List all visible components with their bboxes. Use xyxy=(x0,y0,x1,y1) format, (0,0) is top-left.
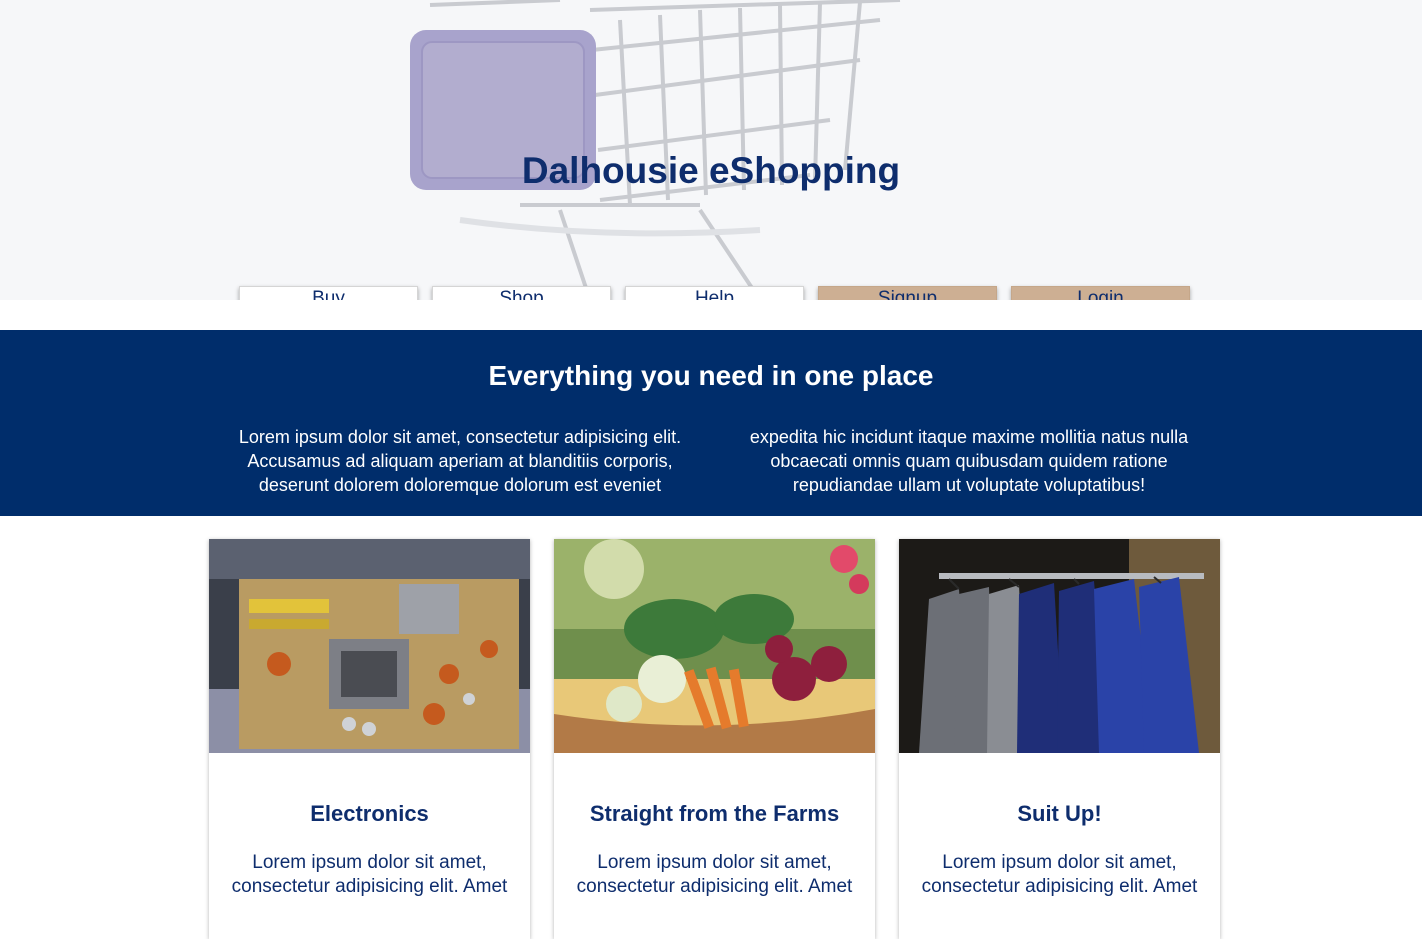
card-title: Suit Up! xyxy=(1017,801,1102,826)
card-farms[interactable]: Straight from the Farms Lorem ipsum dolo… xyxy=(554,539,875,939)
site-title: Dalhousie eShopping xyxy=(521,150,901,191)
info-banner: Everything you need in one place Lorem i… xyxy=(0,330,1422,516)
vegetable-basket-image xyxy=(554,539,875,753)
card-title: Straight from the Farms xyxy=(589,801,840,826)
hero-header: Dalhousie eShopping Buy Shop Help Signup… xyxy=(0,0,1422,300)
nav-buy-button[interactable]: Buy xyxy=(239,286,418,300)
card-description: Lorem ipsum dolor sit amet, consectetur … xyxy=(576,852,853,897)
category-cards: Electronics Lorem ipsum dolor sit amet, … xyxy=(209,539,1220,939)
card-suits[interactable]: Suit Up! Lorem ipsum dolor sit amet, con… xyxy=(899,539,1220,939)
banner-title: Everything you need in one place xyxy=(488,360,934,391)
nav-login-button[interactable]: Login xyxy=(1011,286,1190,300)
suits-on-rack-image xyxy=(899,539,1220,753)
card-title: Electronics xyxy=(310,801,429,826)
nav-shop-button[interactable]: Shop xyxy=(432,286,611,300)
card-description: Lorem ipsum dolor sit amet, consectetur … xyxy=(231,852,508,897)
nav-help-button[interactable]: Help xyxy=(625,286,804,300)
main-nav: Buy Shop Help Signup Login xyxy=(239,286,1190,300)
card-electronics[interactable]: Electronics Lorem ipsum dolor sit amet, … xyxy=(209,539,530,939)
banner-text-right: expedita hic incidunt itaque maxime moll… xyxy=(749,427,1189,495)
card-description: Lorem ipsum dolor sit amet, consectetur … xyxy=(921,852,1198,897)
circuit-board-image xyxy=(209,539,530,753)
banner-text-left: Lorem ipsum dolor sit amet, consectetur … xyxy=(238,427,682,495)
nav-signup-button[interactable]: Signup xyxy=(818,286,997,300)
